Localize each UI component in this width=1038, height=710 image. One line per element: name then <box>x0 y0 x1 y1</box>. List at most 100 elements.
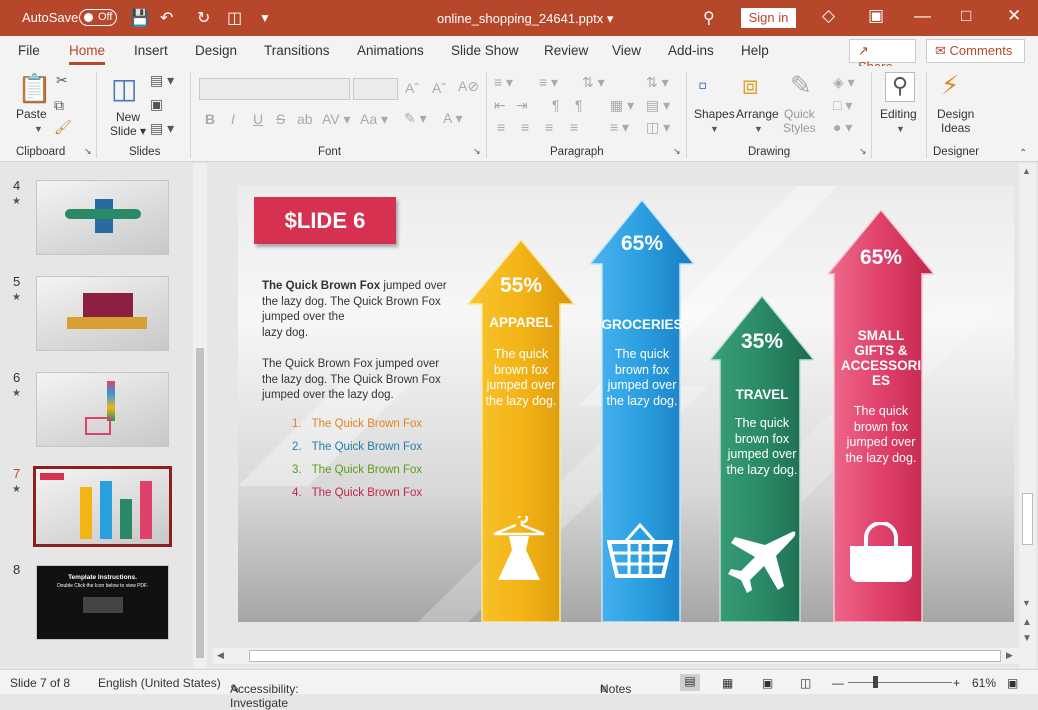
rtl-icon[interactable]: ¶ <box>552 97 560 113</box>
clipboard-launcher-icon[interactable]: ↘ <box>84 146 92 157</box>
paste-icon[interactable]: 📋 <box>17 72 52 105</box>
editing-dropdown-icon[interactable]: ▼ <box>896 124 905 134</box>
slide-thumbnail-7[interactable] <box>33 466 172 547</box>
slide-title[interactable]: $LIDE 6 <box>254 197 396 244</box>
tab-add-ins[interactable]: Add-ins <box>668 43 714 58</box>
shapes-label[interactable]: Shapes <box>694 107 735 121</box>
increase-indent-icon[interactable]: ⇥ <box>516 97 528 114</box>
arrange-dropdown-icon[interactable]: ▼ <box>754 124 763 134</box>
underline-icon[interactable]: U <box>253 111 263 127</box>
font-size-dropdown[interactable] <box>353 78 398 100</box>
slide-thumbnail-4[interactable] <box>36 180 169 255</box>
paste-dropdown-icon[interactable]: ▼ <box>34 124 43 134</box>
minimize-icon[interactable]: — <box>914 6 931 26</box>
paste-label[interactable]: Paste <box>16 107 47 121</box>
zoom-level[interactable]: 61% <box>972 676 996 690</box>
ltr-icon[interactable]: ¶ <box>575 97 583 113</box>
editing-label[interactable]: Editing <box>880 107 917 121</box>
tab-review[interactable]: Review <box>544 43 588 58</box>
tab-slide-show[interactable]: Slide Show <box>451 43 519 58</box>
search-icon[interactable]: ⚲ <box>703 8 715 28</box>
drawing-launcher-icon[interactable]: ↘ <box>859 146 867 157</box>
shape-fill-icon[interactable]: ◈ ▾ <box>833 74 855 91</box>
tab-transitions[interactable]: Transitions <box>264 43 330 58</box>
close-icon[interactable]: ✕ <box>1007 6 1021 26</box>
increase-font-icon[interactable]: Aˆ <box>405 80 419 96</box>
font-color-icon[interactable]: A ▾ <box>443 110 462 127</box>
thumbnails-scrollbar[interactable] <box>193 163 207 668</box>
font-launcher-icon[interactable]: ↘ <box>473 146 481 157</box>
comments-button[interactable]: ✉ Comments <box>926 39 1025 63</box>
customize-icon[interactable]: ▼ <box>259 11 271 25</box>
bold-icon[interactable]: B <box>205 111 215 127</box>
font-name-dropdown[interactable] <box>199 78 350 100</box>
italic-icon[interactable]: I <box>231 111 235 127</box>
scroll-thumb[interactable] <box>1022 493 1033 545</box>
slideshow-view-icon[interactable]: ◫ <box>800 676 811 690</box>
align-center-icon[interactable]: ≡ <box>521 119 529 135</box>
new-slide-icon[interactable]: ◫ <box>111 72 137 105</box>
clear-format-icon[interactable]: A⊘ <box>458 78 479 95</box>
paragraph-1[interactable]: The Quick Brown Fox jumped over the lazy… <box>262 279 447 341</box>
tab-view[interactable]: View <box>612 43 641 58</box>
tab-help[interactable]: Help <box>741 43 769 58</box>
previous-slide-icon[interactable]: ▲ <box>1022 617 1032 628</box>
undo-icon[interactable]: ↶ <box>160 8 173 28</box>
normal-view-icon[interactable]: ▤ <box>680 674 700 691</box>
copy-icon[interactable]: ⧉ <box>54 97 64 114</box>
justify-icon[interactable]: ≡ <box>570 119 578 135</box>
smartart-icon[interactable]: ◫ ▾ <box>646 119 670 136</box>
shape-effects-icon[interactable]: ● ▾ <box>833 119 852 136</box>
tab-home[interactable]: Home <box>69 43 106 65</box>
layout-icon[interactable]: ▤ ▾ <box>150 72 174 89</box>
collapse-ribbon-icon[interactable]: ⌃ <box>1019 148 1027 159</box>
groceries-arrow[interactable]: 65% GROCERIES The quick brown fox jumped… <box>590 200 694 622</box>
list-item[interactable]: 3. The Quick Brown Fox <box>292 464 422 476</box>
reading-view-icon[interactable]: ▣ <box>762 676 773 690</box>
quick-styles-icon[interactable]: ✎ <box>790 70 812 101</box>
slide-thumbnail-5[interactable] <box>36 276 169 351</box>
scroll-up-icon[interactable]: ▲ <box>1022 166 1031 176</box>
text-direction-icon[interactable]: ⇅ ▾ <box>646 74 669 91</box>
slide-canvas[interactable]: $LIDE 6 The Quick Brown Fox jumped over … <box>238 186 1014 622</box>
apparel-arrow[interactable]: 55% APPAREL The quick brown fox jumped o… <box>468 240 574 622</box>
next-slide-icon[interactable]: ▼ <box>1022 633 1032 644</box>
line-spacing-icon[interactable]: ⇅ ▾ <box>582 74 605 91</box>
justify-columns-icon[interactable]: ≡ ▾ <box>610 119 629 136</box>
shadow-icon[interactable]: ab <box>297 111 313 127</box>
autosave-toggle[interactable]: Off <box>79 9 117 26</box>
diamond-icon[interactable]: ◇ <box>822 6 835 26</box>
format-painter-icon[interactable]: 🖌 <box>54 119 72 136</box>
cut-icon[interactable]: ✂ <box>56 72 68 89</box>
save-icon[interactable]: 💾 <box>130 8 150 28</box>
list-item[interactable]: 1. The Quick Brown Fox <box>292 418 422 430</box>
decrease-font-icon[interactable]: Aˇ <box>432 80 446 96</box>
zoom-slider-track[interactable] <box>848 682 952 683</box>
case-icon[interactable]: Aa ▾ <box>360 111 388 128</box>
decrease-indent-icon[interactable]: ⇤ <box>494 97 506 114</box>
slide-thumbnail-6[interactable] <box>36 372 169 447</box>
shape-outline-icon[interactable]: □ ▾ <box>833 97 852 114</box>
fit-to-window-icon[interactable]: ▣ <box>1007 676 1018 690</box>
sign-in-button[interactable]: Sign in <box>741 8 796 28</box>
zoom-slider-thumb[interactable] <box>873 676 878 688</box>
tab-animations[interactable]: Animations <box>357 43 424 58</box>
strikethrough-icon[interactable]: S <box>276 111 285 127</box>
arrange-icon[interactable]: ⧈ <box>742 70 759 102</box>
bullets-icon[interactable]: ≡ ▾ <box>494 74 513 91</box>
language-status[interactable]: English (United States) <box>98 676 221 690</box>
slide-horizontal-scrollbar[interactable]: ◀ ▶ <box>213 648 1019 664</box>
paragraph-launcher-icon[interactable]: ↘ <box>673 146 681 157</box>
section-icon[interactable]: ▤ ▾ <box>150 120 174 137</box>
zoom-in-icon[interactable]: + <box>953 676 960 690</box>
present-icon[interactable]: ◫ <box>227 8 242 28</box>
list-item[interactable]: 4. The Quick Brown Fox <box>292 487 422 499</box>
slide-vertical-scrollbar[interactable]: ▲ ▼ ▲ ▼ <box>1019 163 1036 668</box>
scroll-left-icon[interactable]: ◀ <box>217 650 224 661</box>
redo-icon[interactable]: ↻ <box>197 8 210 28</box>
quick-styles-label[interactable]: Quick Styles <box>783 107 816 135</box>
design-ideas-label[interactable]: Design Ideas <box>937 107 974 135</box>
align-right-icon[interactable]: ≡ <box>545 119 553 135</box>
scroll-down-icon[interactable]: ▼ <box>1022 598 1031 608</box>
paragraph-2[interactable]: The Quick Brown Fox jumped over the lazy… <box>262 357 447 404</box>
